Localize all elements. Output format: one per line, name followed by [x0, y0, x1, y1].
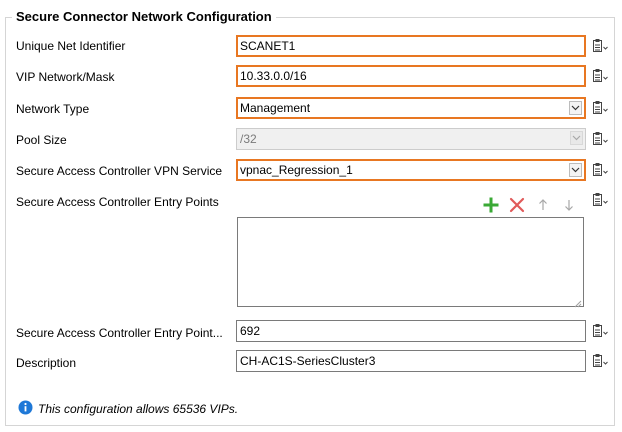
entry-point-port-label: Secure Access Controller Entry Point...	[16, 326, 223, 340]
vip-network-mask-value: 10.33.0.0/16	[240, 69, 307, 83]
unique-net-identifier-label: Unique Net Identifier	[16, 39, 126, 53]
description-input[interactable]: CH-AC1S-SeriesCluster3	[236, 350, 586, 372]
entry-points-list[interactable]	[237, 217, 584, 308]
arrow-up-icon[interactable]	[533, 195, 553, 215]
chevron-down-icon[interactable]	[569, 101, 582, 115]
arrow-down-icon[interactable]	[559, 195, 579, 215]
x-icon[interactable]	[507, 195, 527, 215]
plus-icon[interactable]	[481, 195, 501, 215]
network-type-select[interactable]: Management	[236, 97, 586, 119]
row-menu-icon[interactable]	[591, 68, 609, 84]
network-type-label: Network Type	[16, 102, 90, 116]
pool-size-label: Pool Size	[16, 133, 67, 147]
unique-net-identifier-input[interactable]: SCANET1	[236, 35, 586, 57]
entry-points-label: Secure Access Controller Entry Points	[16, 195, 219, 209]
pool-size-value: /32	[240, 132, 257, 146]
row-menu-icon[interactable]	[591, 100, 609, 116]
network-type-value: Management	[240, 101, 311, 115]
entry-point-port-input[interactable]: 692	[236, 320, 586, 342]
unique-net-identifier-value: SCANET1	[240, 39, 296, 53]
vpn-service-select[interactable]: vpnac_Regression_1	[236, 159, 586, 181]
row-menu-icon[interactable]	[591, 323, 609, 339]
vip-network-mask-input[interactable]: 10.33.0.0/16	[236, 65, 586, 87]
vip-network-mask-label: VIP Network/Mask	[16, 70, 115, 84]
vpn-service-label: Secure Access Controller VPN Service	[16, 164, 223, 178]
info-message: This configuration allows 65536 VIPs.	[18, 400, 239, 418]
info-icon	[18, 400, 33, 418]
entry-point-port-value: 692	[240, 324, 261, 338]
row-menu-icon[interactable]	[591, 192, 609, 208]
row-menu-icon[interactable]	[591, 38, 609, 54]
description-label: Description	[16, 356, 77, 370]
chevron-down-icon	[570, 131, 583, 145]
info-text: This configuration allows 65536 VIPs.	[38, 402, 239, 416]
pool-size-select: /32	[236, 128, 586, 150]
row-menu-icon[interactable]	[591, 353, 609, 369]
resize-grip-icon[interactable]	[574, 297, 582, 308]
row-menu-icon[interactable]	[591, 131, 609, 147]
description-value: CH-AC1S-SeriesCluster3	[240, 354, 376, 368]
vpn-service-value: vpnac_Regression_1	[240, 163, 353, 177]
row-menu-icon[interactable]	[591, 162, 609, 178]
chevron-down-icon[interactable]	[569, 163, 582, 177]
section-title: Secure Connector Network Configuration	[12, 9, 276, 25]
